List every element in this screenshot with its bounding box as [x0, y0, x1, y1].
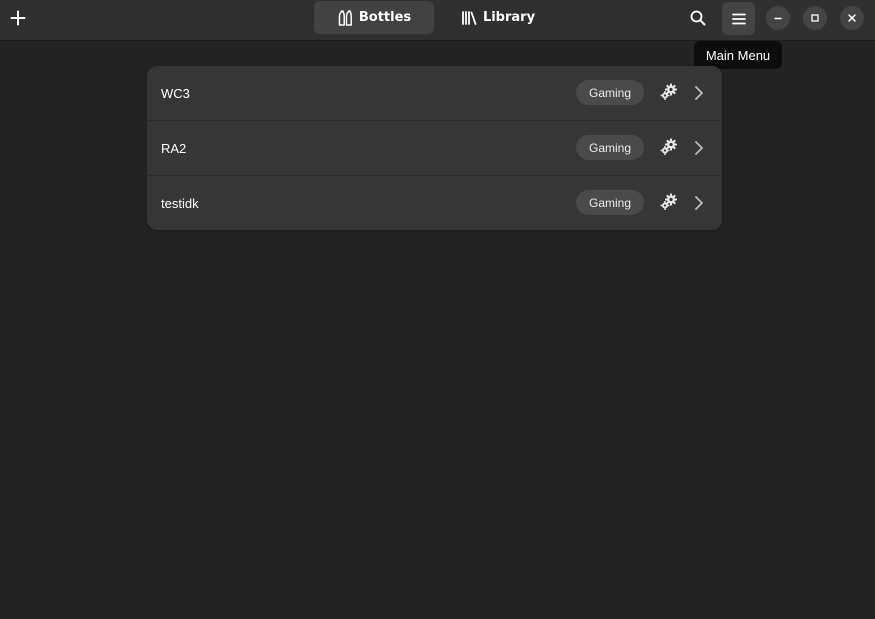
environment-badge: Gaming — [576, 190, 644, 215]
bottle-row-ra2[interactable]: RA2 Gaming — [147, 121, 722, 176]
tab-library[interactable]: Library — [436, 1, 560, 34]
gears-icon[interactable] — [660, 138, 678, 156]
bottle-row-wc3[interactable]: WC3 Gaming — [147, 66, 722, 121]
bottles-icon — [338, 9, 352, 26]
minimize-icon — [774, 17, 782, 20]
hamburger-menu-icon — [731, 13, 746, 24]
environment-badge: Gaming — [576, 80, 644, 105]
plus-icon — [10, 10, 26, 26]
bottle-row-testidk[interactable]: testidk Gaming — [147, 176, 722, 230]
add-bottle-button[interactable] — [3, 3, 33, 33]
maximize-button[interactable] — [803, 6, 827, 30]
main-menu-button[interactable] — [722, 2, 755, 35]
maximize-icon — [811, 14, 819, 22]
chevron-right-icon — [695, 86, 703, 100]
close-button[interactable] — [840, 6, 864, 30]
environment-badge: Gaming — [576, 135, 644, 160]
tab-bottles[interactable]: Bottles — [314, 1, 434, 34]
tab-library-label: Library — [482, 10, 536, 25]
chevron-right-icon — [695, 141, 703, 155]
search-button[interactable] — [683, 3, 713, 33]
main-menu-tooltip: Main Menu — [694, 41, 782, 69]
bottle-name: testidk — [161, 195, 199, 211]
tab-bottles-label: Bottles — [358, 10, 412, 25]
header-bar: Bottles Library — [0, 0, 875, 41]
gears-icon[interactable] — [660, 83, 678, 101]
view-switcher: Bottles Library — [314, 1, 560, 34]
minimize-button[interactable] — [766, 6, 790, 30]
library-icon — [462, 10, 477, 25]
gears-icon[interactable] — [660, 193, 678, 211]
close-icon — [848, 14, 856, 22]
bottles-list: WC3 Gaming RA2 Gaming testidk Gaming — [147, 66, 722, 230]
bottle-name: WC3 — [161, 85, 190, 101]
search-icon — [690, 10, 706, 26]
bottle-name: RA2 — [161, 140, 187, 156]
chevron-right-icon — [695, 196, 703, 210]
